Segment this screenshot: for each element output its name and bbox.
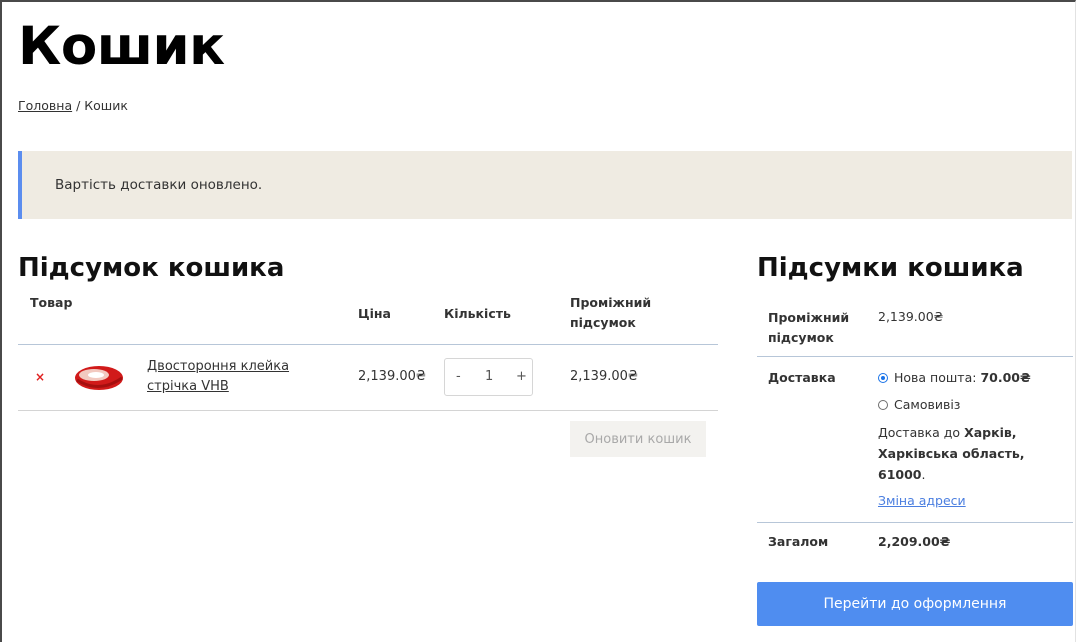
column-header-subtotal: Проміжний підсумок — [570, 293, 651, 333]
quantity-minus-button[interactable]: - — [456, 368, 461, 386]
totals-divider-2 — [757, 522, 1073, 523]
change-address-link[interactable]: Зміна адреси — [878, 492, 966, 510]
breadcrumb-home-link[interactable]: Головна — [18, 98, 72, 113]
radio-unchecked-icon[interactable] — [878, 400, 888, 410]
shipping-option-nova-poshta[interactable]: Нова пошта: 70.00₴ — [878, 369, 1031, 387]
product-name-line2: стрічка VHB — [147, 379, 229, 394]
totals-subtotal-label-line1: Проміжний — [768, 310, 850, 325]
quantity-stepper[interactable]: - 1 + — [444, 358, 533, 396]
product-name-line1: Двостороння клейка — [147, 359, 290, 374]
radio-checked-icon[interactable] — [878, 373, 888, 383]
product-thumbnail[interactable] — [74, 362, 124, 394]
totals-total-label: Загалом — [768, 534, 829, 549]
totals-subtotal-value: 2,139.00₴ — [878, 309, 944, 324]
totals-total-value: 2,209.00₴ — [878, 534, 951, 549]
item-subtotal: 2,139.00₴ — [570, 369, 638, 384]
shipping-option1-price: 70.00₴ — [980, 370, 1031, 385]
destination-zip: 61000 — [878, 467, 922, 482]
column-header-quantity: Кількість — [444, 306, 511, 321]
destination-region: Харківська область, — [878, 446, 1025, 461]
totals-subtotal-label-line2: підсумок — [768, 330, 834, 345]
breadcrumb: Головна / Кошик — [18, 98, 128, 113]
destination-city: Харків, — [964, 425, 1017, 440]
shipping-option-pickup[interactable]: Самовивіз — [878, 396, 960, 414]
cart-header-divider — [18, 344, 718, 345]
page-title: Кошик — [18, 16, 225, 77]
column-header-subtotal-line2: підсумок — [570, 315, 636, 330]
totals-subtotal-label: Проміжний підсумок — [768, 308, 849, 348]
column-header-subtotal-line1: Проміжний — [570, 295, 652, 310]
quantity-plus-button[interactable]: + — [516, 368, 527, 386]
destination-suffix: . — [921, 467, 926, 482]
totals-divider-1 — [757, 356, 1073, 357]
shipping-updated-notice: Вартість доставки оновлено. — [18, 151, 1072, 219]
column-header-price: Ціна — [358, 306, 391, 321]
remove-item-button[interactable]: × — [35, 370, 45, 384]
shipping-destination: Доставка до Харків, Харківська область, … — [878, 422, 1043, 485]
quantity-value[interactable]: 1 — [485, 368, 493, 386]
totals-shipping-label: Доставка — [768, 370, 836, 385]
item-price: 2,139.00₴ — [358, 369, 426, 384]
shipping-option1-name: Нова пошта: — [894, 370, 977, 385]
column-header-product: Товар — [30, 295, 73, 310]
cart-row-divider — [18, 410, 718, 411]
shipping-option2-name: Самовивіз — [894, 397, 961, 412]
proceed-to-checkout-button[interactable]: Перейти до оформлення — [757, 582, 1073, 626]
product-name-link[interactable]: Двостороння клейка стрічка VHB — [147, 357, 317, 397]
page-frame: Кошик Головна / Кошик Вартість доставки … — [0, 0, 1076, 642]
breadcrumb-current: Кошик — [84, 98, 128, 113]
breadcrumb-separator: / — [72, 98, 85, 113]
cart-summary-heading: Підсумок кошика — [18, 253, 285, 283]
destination-prefix: Доставка до — [878, 425, 961, 440]
cart-totals-heading: Підсумки кошика — [757, 253, 1024, 283]
update-cart-button[interactable]: Оновити кошик — [570, 421, 706, 457]
